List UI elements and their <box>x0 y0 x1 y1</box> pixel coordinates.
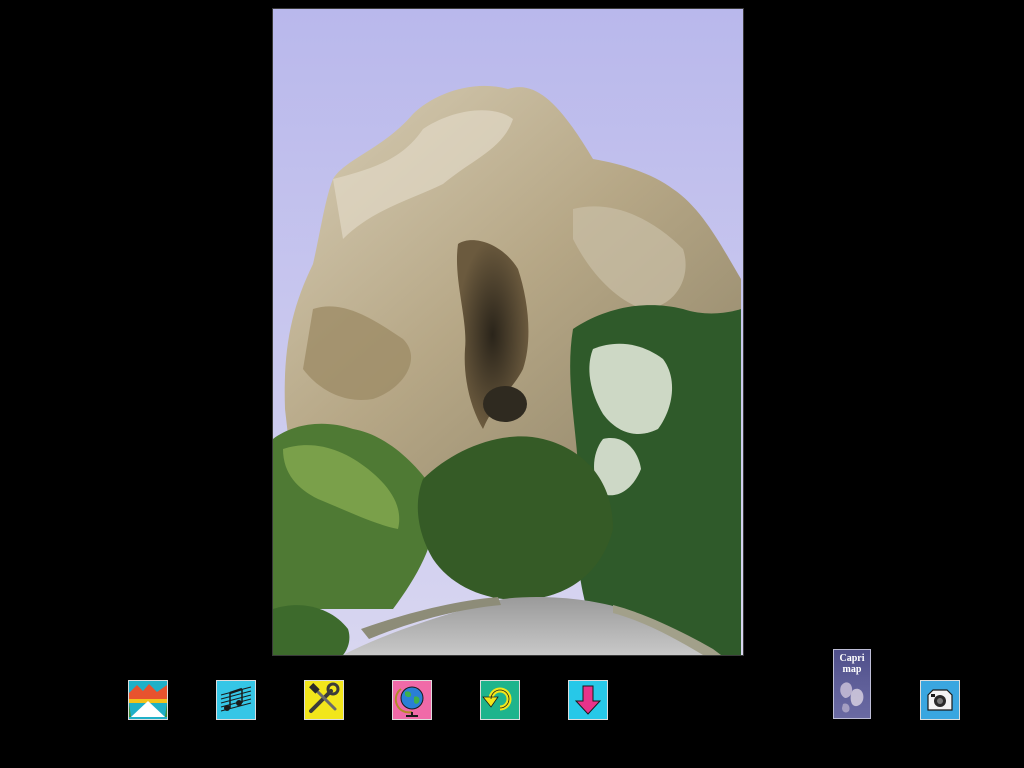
rock-arch-photo <box>272 8 744 656</box>
slideshow-window: Capri map <box>0 0 1024 768</box>
music-notes-icon <box>217 681 255 719</box>
return-arrow-icon <box>481 681 519 719</box>
map-title-line1: Capri <box>839 653 865 664</box>
back-button[interactable] <box>480 680 520 720</box>
camera-button[interactable] <box>920 680 960 720</box>
camera-icon <box>921 681 959 719</box>
home-button[interactable] <box>128 680 168 720</box>
tools-icon <box>305 681 343 719</box>
island-map-icon <box>840 682 864 713</box>
down-arrow-icon <box>569 681 607 719</box>
map-title: Capri map <box>834 653 870 675</box>
globe-icon <box>393 681 431 719</box>
music-button[interactable] <box>216 680 256 720</box>
down-button[interactable] <box>568 680 608 720</box>
tools-button[interactable] <box>304 680 344 720</box>
map-title-line2: map <box>842 664 862 675</box>
capri-map-button[interactable]: Capri map <box>833 649 871 719</box>
photo-illustration <box>273 9 743 655</box>
mountain-home-icon <box>129 681 167 719</box>
globe-button[interactable] <box>392 680 432 720</box>
